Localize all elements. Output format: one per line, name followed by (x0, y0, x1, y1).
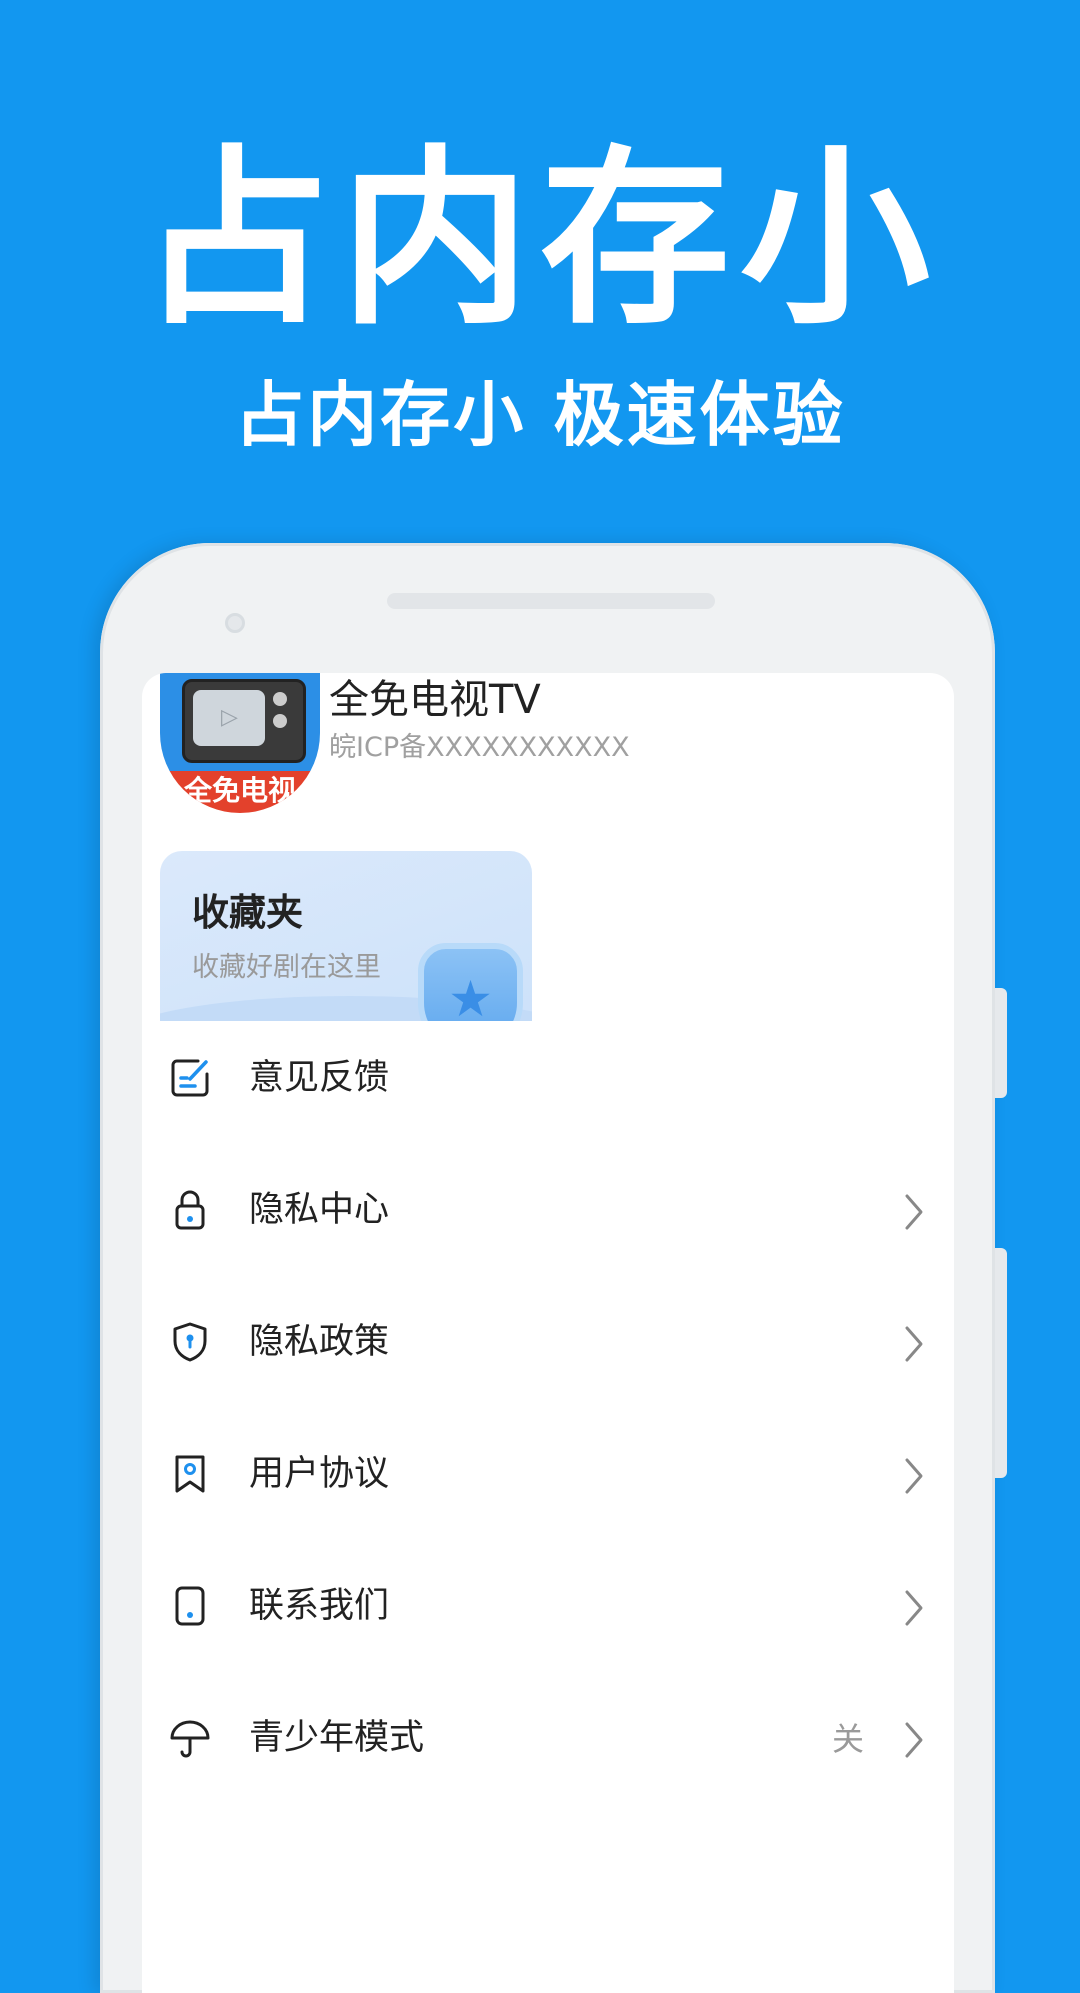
favorites-description: 收藏好剧在这里 (192, 952, 381, 983)
menu-label: 隐私中心 (249, 1190, 390, 1230)
chevron-right-icon (905, 1590, 923, 1626)
menu-item-privacy-policy[interactable]: 隐私政策 (142, 1292, 954, 1392)
chevron-right-icon (905, 1194, 923, 1230)
phone-speaker (387, 593, 715, 609)
logo-text: 全免电视 (183, 774, 296, 807)
menu-label: 意见反馈 (249, 1058, 390, 1098)
umbrella-icon (170, 1720, 210, 1758)
shield-icon (173, 1322, 207, 1362)
chevron-right-icon (905, 1458, 923, 1494)
app-logo: ▷ 全免电视 (160, 673, 320, 813)
menu-label: 青少年模式 (249, 1718, 425, 1758)
app-name: 全免电视TV (329, 677, 541, 723)
teen-mode-status: 关 (831, 1720, 864, 1758)
menu-label: 用户协议 (249, 1454, 390, 1494)
phone-camera (225, 613, 245, 633)
lock-icon (175, 1190, 205, 1230)
menu-item-contact-us[interactable]: 联系我们 (142, 1556, 954, 1656)
feedback-icon (171, 1059, 209, 1097)
app-icp-number: 皖ICP备XXXXXXXXXXX (329, 732, 630, 763)
tv-icon: ▷ (182, 679, 306, 763)
menu-item-feedback[interactable]: 意见反馈 (142, 1028, 954, 1128)
bookmark-icon (175, 1455, 205, 1493)
menu-item-teen-mode[interactable]: 青少年模式 关 (142, 1688, 954, 1788)
phone-power-button (995, 1248, 1007, 1478)
chevron-right-icon (905, 1722, 923, 1758)
chevron-right-icon (905, 1326, 923, 1362)
phone-frame: ▷ 全免电视 全免电视TV 皖ICP备XXXXXXXXXXX 收藏夹 收藏好剧在… (100, 543, 1007, 1993)
star-shield-icon: ★ (418, 943, 523, 1021)
phone-icon (175, 1586, 205, 1626)
app-screen: ▷ 全免电视 全免电视TV 皖ICP备XXXXXXXXXXX 收藏夹 收藏好剧在… (142, 673, 954, 1993)
promo-subtitle: 占内存小 极速体验 (234, 374, 846, 456)
menu-label: 隐私政策 (249, 1322, 390, 1362)
menu-label: 联系我们 (249, 1586, 390, 1626)
phone-volume-button (995, 988, 1007, 1098)
favorites-card[interactable]: 收藏夹 收藏好剧在这里 ★ (160, 851, 532, 1021)
menu-item-privacy-center[interactable]: 隐私中心 (142, 1160, 954, 1260)
favorites-title: 收藏夹 (192, 891, 303, 934)
menu-item-user-agreement[interactable]: 用户协议 (142, 1424, 954, 1524)
promo-title: 占内存小 (139, 129, 940, 350)
